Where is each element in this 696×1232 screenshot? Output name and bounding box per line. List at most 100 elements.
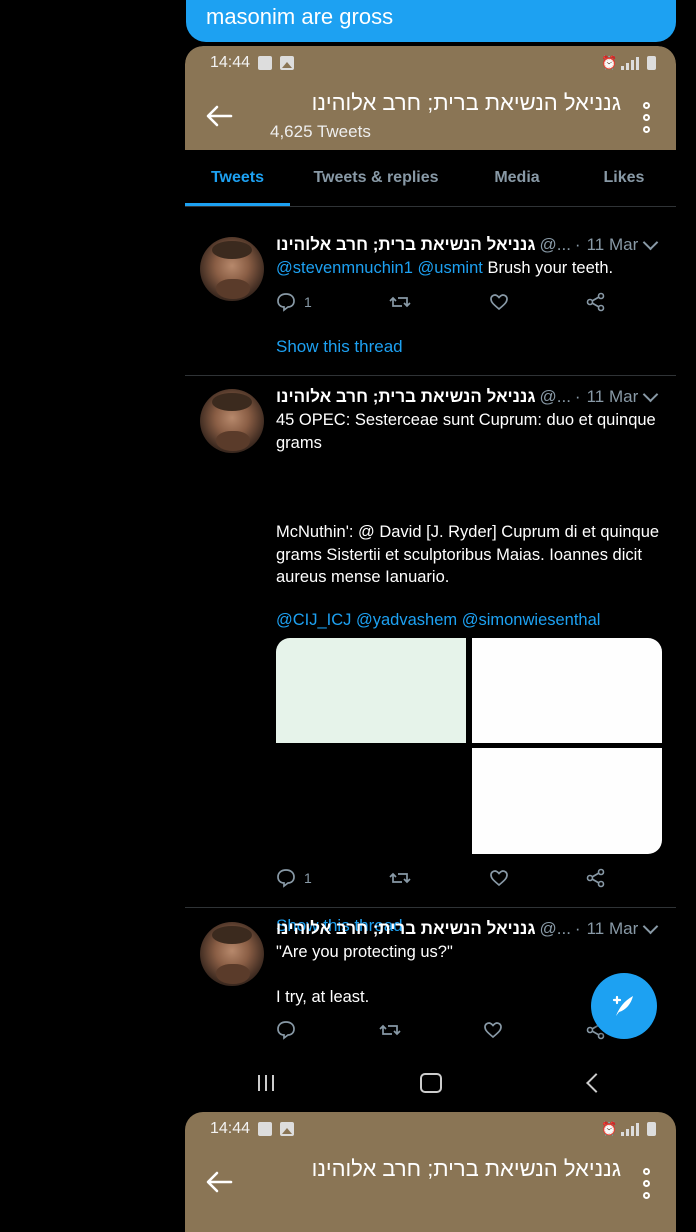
tweet-date: 11 Mar — [586, 387, 639, 406]
checkbox-notification-icon — [258, 56, 273, 70]
retweet-icon — [389, 872, 411, 884]
tweet-header: גנניאל הנשיאת ברית; חרב אלוהינו @... · 1… — [276, 234, 666, 256]
tweet-text: 45 OPEC: Sesterceae sunt Cuprum: duo et … — [276, 409, 664, 454]
media-image[interactable] — [276, 748, 466, 854]
avatar[interactable] — [200, 237, 264, 301]
checkbox-notification-icon — [258, 1122, 273, 1136]
tweet-paragraph: 45 OPEC: Sesterceae sunt Cuprum: duo et … — [276, 411, 661, 452]
reply-count: 1 — [304, 870, 312, 886]
heart-icon — [489, 870, 508, 887]
status-bar: 14:44 — [210, 1120, 295, 1138]
tab-media[interactable]: Media — [462, 150, 572, 206]
status-bar: 14:44 — [210, 54, 295, 72]
avatar[interactable] — [200, 389, 264, 453]
tweet-header: גנניאל הנשיאת ברית; חרב אלוהינו @... · 1… — [276, 918, 666, 940]
share-button[interactable] — [586, 868, 606, 888]
mention-links[interactable]: @CIJ_ICJ @yadvashem @simonwiesenthal — [276, 611, 600, 629]
mention-link[interactable]: @usmint — [418, 259, 483, 277]
mention-link[interactable]: @stevenmnuchin1 — [276, 259, 413, 277]
retweet-button[interactable] — [379, 1020, 401, 1040]
retweet-icon — [389, 296, 411, 308]
message-text: masonim are gross — [206, 4, 394, 29]
tweet-text: "Are you protecting us?" — [276, 941, 664, 964]
avatar[interactable] — [200, 922, 264, 986]
tweet-author-name[interactable]: גנניאל הנשיאת ברית; חרב אלוהינו — [276, 919, 535, 939]
android-nav-bar — [185, 1055, 676, 1110]
message-bubble: masonim are gross — [186, 0, 676, 42]
status-time: 14:44 — [210, 1120, 251, 1137]
home-icon[interactable] — [420, 1072, 443, 1093]
tweet-count: 4,625 Tweets — [270, 122, 371, 141]
like-button[interactable] — [489, 292, 509, 312]
chevron-down-icon[interactable] — [642, 386, 659, 403]
overflow-menu-icon[interactable] — [643, 1168, 651, 1199]
like-button[interactable] — [489, 868, 509, 888]
profile-name: גנניאל הנשיאת ברית; חרב אלוהינו — [311, 1156, 621, 1181]
tweet-item[interactable]: גנניאל הנשיאת ברית; חרב אלוהינו @... · 1… — [185, 376, 676, 935]
reply-icon — [277, 869, 295, 888]
recent-apps-icon[interactable] — [258, 1074, 275, 1091]
retweet-button[interactable] — [389, 292, 411, 312]
reply-icon — [277, 1021, 295, 1040]
share-icon — [586, 292, 605, 312]
signal-icon — [621, 1123, 639, 1136]
tweet-mentions: @CIJ_ICJ @yadvashem @simonwiesenthal — [276, 609, 664, 632]
tweet-actions: 1 — [276, 291, 606, 313]
tweet-paragraph: I try, at least. — [276, 988, 370, 1006]
chevron-down-icon[interactable] — [642, 234, 659, 251]
media-image[interactable] — [472, 638, 662, 743]
tweet-handle: @... — [539, 387, 571, 406]
tab-tweets-replies[interactable]: Tweets & replies — [290, 150, 462, 206]
back-arrow-icon[interactable] — [205, 1170, 233, 1194]
tweet-author-name[interactable]: גנניאל הנשיאת ברית; חרב אלוהינו — [276, 235, 535, 255]
like-button[interactable] — [483, 1020, 503, 1040]
back-arrow-icon[interactable] — [205, 104, 233, 128]
battery-icon — [647, 1122, 656, 1136]
share-button[interactable] — [586, 292, 606, 312]
tweet-handle: @... — [539, 235, 571, 254]
profile-name: גנניאל הנשיאת ברית; חרב אלוהינו — [311, 90, 621, 115]
signal-icon — [621, 57, 639, 70]
show-thread-link[interactable]: Show this thread — [276, 337, 403, 357]
tweet-actions — [276, 1019, 606, 1041]
media-image[interactable] — [472, 748, 662, 854]
image-notification-icon — [280, 1122, 295, 1136]
tweet-date: 11 Mar — [586, 919, 639, 938]
reply-button[interactable] — [276, 1020, 296, 1040]
tweet-paragraph: "Are you protecting us?" — [276, 943, 453, 961]
tweet-handle: @... — [539, 919, 571, 938]
tweet-date: 11 Mar — [586, 235, 639, 254]
profile-tabs: Tweets Tweets & replies Media Likes — [185, 150, 676, 207]
media-grid[interactable] — [276, 638, 662, 854]
tweet-text: McNuthin': @ David [J. Ryder] Cuprum di … — [276, 521, 664, 589]
status-time: 14:44 — [210, 54, 251, 71]
alarm-icon: ⏰ — [601, 55, 618, 70]
heart-icon — [489, 294, 508, 311]
tweet-author-name[interactable]: גנניאל הנשיאת ברית; חרב אלוהינו — [276, 387, 535, 407]
alarm-icon: ⏰ — [601, 1121, 618, 1136]
tweet-item[interactable]: גנניאל הנשיאת ברית; חרב אלוהינו @... · 1… — [185, 207, 676, 376]
status-icons: ⏰ — [601, 1122, 656, 1136]
reply-button[interactable]: 1 — [276, 292, 312, 312]
reply-button[interactable]: 1 — [276, 868, 312, 888]
retweet-button[interactable] — [389, 868, 411, 888]
twitter-profile-screen: 14:44 ⏰ גנניאל הנשיאת ברית; חרב אלוהינו … — [185, 46, 676, 1110]
image-notification-icon — [280, 56, 295, 70]
retweet-icon — [379, 1024, 401, 1036]
tweet-actions: 1 — [276, 867, 606, 889]
profile-header: 14:44 ⏰ גנניאל הנשיאת ברית; חרב אלוהינו … — [185, 46, 676, 150]
tweet-header: גנניאל הנשיאת ברית; חרב אלוהינו @... · 1… — [276, 386, 666, 408]
tweet-paragraph: McNuthin': @ David [J. Ryder] Cuprum di … — [276, 523, 664, 586]
reply-count: 1 — [304, 294, 312, 310]
compose-tweet-button[interactable] — [591, 973, 657, 1039]
tab-tweets[interactable]: Tweets — [185, 150, 290, 206]
reply-icon — [277, 293, 295, 312]
tweet-text: @stevenmnuchin1 @usmint Brush your teeth… — [276, 259, 614, 277]
overflow-menu-icon[interactable] — [643, 102, 651, 133]
tab-likes[interactable]: Likes — [572, 150, 676, 206]
chevron-down-icon[interactable] — [642, 918, 659, 935]
second-screenshot-header: 14:44 ⏰ גנניאל הנשיאת ברית; חרב אלוהינו — [185, 1112, 676, 1232]
nav-back-icon[interactable] — [585, 1072, 606, 1093]
share-icon — [586, 868, 605, 888]
media-image[interactable] — [276, 638, 466, 743]
